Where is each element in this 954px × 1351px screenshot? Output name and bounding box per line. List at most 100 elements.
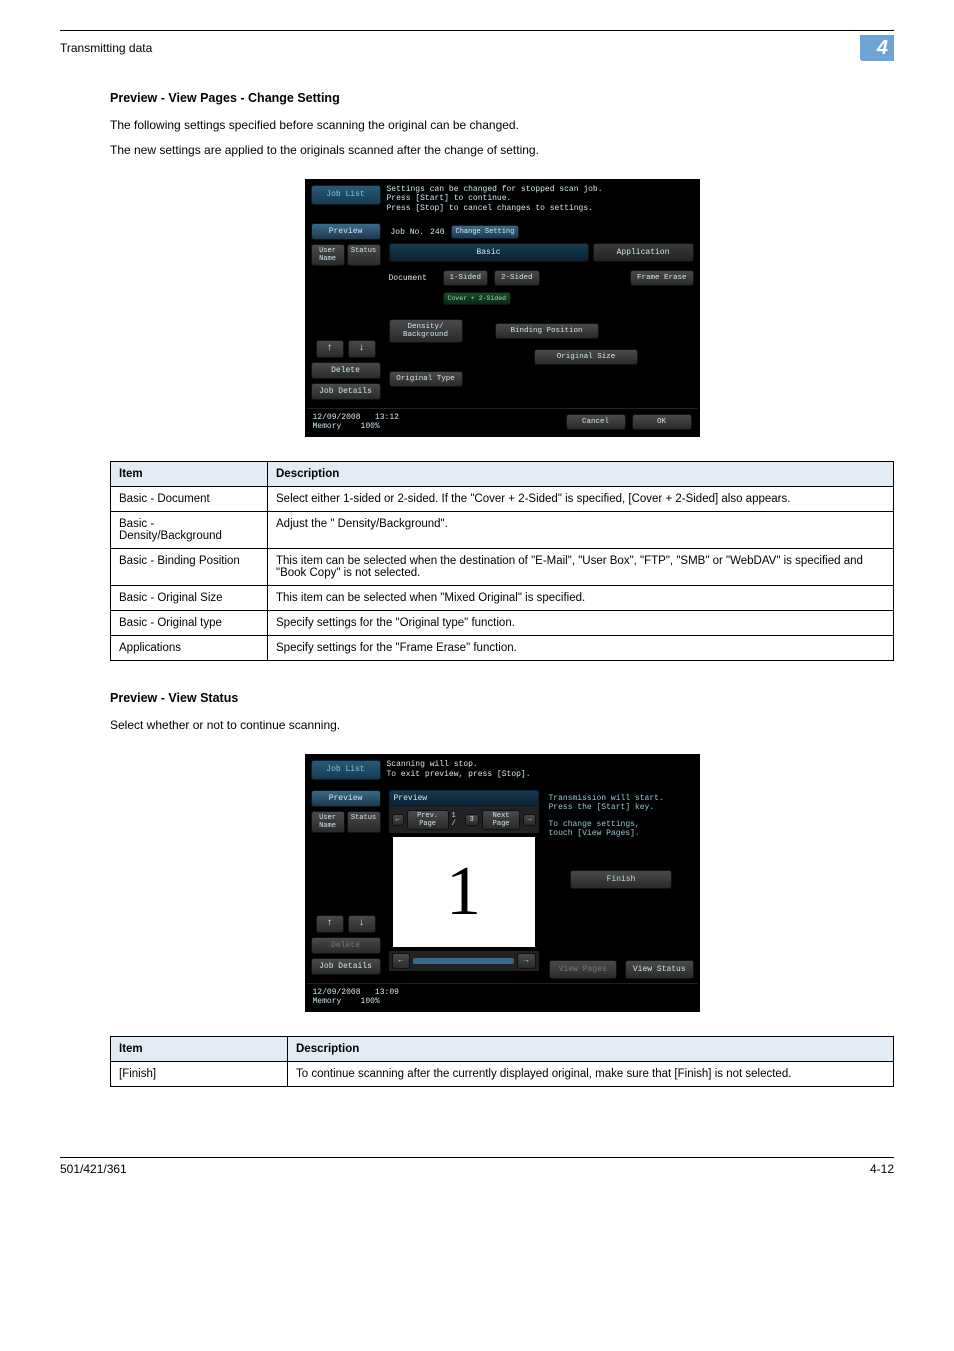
table-row: Basic - Original SizeThis item can be se… [111, 586, 894, 611]
status-message: Scanning will stop. To exit preview, pre… [387, 760, 531, 780]
th-item: Item [111, 462, 268, 487]
screenshot-change-setting: Job List Settings can be changed for sto… [305, 179, 700, 438]
down-arrow-button[interactable]: ↓ [348, 340, 376, 358]
view-pages-button[interactable]: View Pages [549, 960, 618, 979]
cell-item: Applications [111, 636, 268, 661]
cell-desc: Specify settings for the "Original type"… [268, 611, 894, 636]
next-page-button[interactable]: Next Page [482, 810, 520, 830]
binding-position-button[interactable]: Binding Position [495, 323, 599, 339]
page-total: 3 [465, 814, 479, 826]
para: The new settings are applied to the orig… [110, 142, 894, 159]
1-sided-button[interactable]: 1-Sided [443, 270, 489, 286]
footer-page-number: 4-12 [870, 1162, 894, 1176]
msg-line: To change settings, [549, 820, 694, 829]
density-background-button[interactable]: Density/ Background [389, 319, 463, 343]
prev-page-button[interactable]: Prev. Page [407, 810, 449, 830]
cell-item: Basic - Density/Background [111, 512, 268, 549]
preview-button[interactable]: Preview [311, 223, 381, 240]
heading-change-setting: Preview - View Pages - Change Setting [110, 91, 894, 105]
side-msg: Transmission will start. Press the [Star… [549, 794, 694, 812]
table-row: Basic - Binding PositionThis item can be… [111, 549, 894, 586]
msg-line: Settings can be changed for stopped scan… [387, 185, 603, 195]
footer-memory-label: Memory [313, 997, 342, 1006]
cell-desc: This item can be selected when the desti… [268, 549, 894, 586]
page-number-graphic: 1 [446, 852, 481, 932]
cell-desc: To continue scanning after the currently… [288, 1062, 894, 1087]
footer-info: 12/09/2008 13:12 Memory 100% [313, 413, 399, 431]
2-sided-button[interactable]: 2-Sided [494, 270, 540, 286]
th-item: Item [111, 1037, 288, 1062]
down-arrow-button[interactable]: ↓ [348, 915, 376, 933]
msg-line: Press [Start] to continue. [387, 194, 603, 204]
scrollbar[interactable] [413, 958, 514, 964]
table-row: Basic - DocumentSelect either 1-sided or… [111, 487, 894, 512]
msg-line: Press the [Start] key. [549, 803, 694, 812]
original-type-button[interactable]: Original Type [389, 371, 463, 387]
job-details-button[interactable]: Job Details [311, 383, 381, 400]
footer-time: 13:09 [375, 988, 399, 997]
msg-line: Press [Stop] to cancel changes to settin… [387, 204, 603, 214]
tab-application[interactable]: Application [593, 243, 694, 262]
th-description: Description [288, 1037, 894, 1062]
screenshot-view-status: Job List Scanning will stop. To exit pre… [305, 754, 700, 1012]
footer-time: 13:12 [375, 413, 399, 422]
cell-desc: This item can be selected when "Mixed Or… [268, 586, 894, 611]
table-row: Basic - Original typeSpecify settings fo… [111, 611, 894, 636]
cell-item: Basic - Document [111, 487, 268, 512]
change-setting-chip[interactable]: Change Setting [451, 225, 520, 239]
finish-button[interactable]: Finish [570, 870, 672, 889]
original-size-button[interactable]: Original Size [534, 349, 638, 365]
cancel-button[interactable]: Cancel [566, 414, 626, 430]
ok-button[interactable]: OK [632, 414, 692, 430]
footer-memory-pct: 100% [361, 997, 380, 1006]
frame-erase-button[interactable]: Frame Erase [630, 270, 694, 286]
tab-basic[interactable]: Basic [389, 243, 589, 262]
footer-memory-label: Memory [313, 422, 342, 431]
preview-button[interactable]: Preview [311, 790, 381, 807]
job-list-button[interactable]: Job List [311, 185, 381, 205]
delete-button[interactable]: Delete [311, 937, 381, 954]
cell-desc: Specify settings for the "Frame Erase" f… [268, 636, 894, 661]
nav-right-button[interactable]: → [523, 814, 535, 826]
nav-left-button[interactable]: ← [392, 814, 404, 826]
msg-line: Transmission will start. [549, 794, 694, 803]
preview-pane: Preview ← Prev. Page 1 / 3 Next Page → 1 [389, 790, 539, 979]
scroll-left-button[interactable]: ← [392, 953, 411, 969]
footer-date: 12/09/2008 [313, 413, 361, 422]
para: Select whether or not to continue scanni… [110, 717, 894, 734]
msg-line: To exit preview, press [Stop]. [387, 770, 531, 780]
cell-desc: Adjust the " Density/Background". [268, 512, 894, 549]
msg-line: touch [View Pages]. [549, 829, 694, 838]
th-description: Description [268, 462, 894, 487]
document-label: Document [389, 274, 437, 283]
table-row: [Finish]To continue scanning after the c… [111, 1062, 894, 1087]
footer-date: 12/09/2008 [313, 988, 361, 997]
job-no-value: 240 [430, 228, 444, 237]
status-tab[interactable]: Status [347, 811, 381, 833]
para: The following settings specified before … [110, 117, 894, 134]
job-list-button[interactable]: Job List [311, 760, 381, 780]
delete-button[interactable]: Delete [311, 362, 381, 379]
footer-info: 12/09/2008 13:09 Memory 100% [313, 988, 399, 1006]
cell-item: Basic - Original Size [111, 586, 268, 611]
scroll-right-button[interactable]: → [517, 953, 536, 969]
cell-item: [Finish] [111, 1062, 288, 1087]
job-details-button[interactable]: Job Details [311, 958, 381, 975]
job-no-label: Job No. [391, 228, 425, 237]
view-status-button[interactable]: View Status [625, 960, 694, 979]
cell-item: Basic - Original type [111, 611, 268, 636]
cover-2-sided-button[interactable]: Cover + 2-Sided [443, 292, 512, 305]
page-count: 1 / [452, 812, 462, 828]
status-tab[interactable]: Status [347, 244, 381, 266]
user-name-tab[interactable]: User Name [311, 244, 345, 266]
table-row: ApplicationsSpecify settings for the "Fr… [111, 636, 894, 661]
cell-item: Basic - Binding Position [111, 549, 268, 586]
up-arrow-button[interactable]: ↑ [316, 915, 344, 933]
user-name-tab[interactable]: User Name [311, 811, 345, 833]
table-row: Basic - Density/BackgroundAdjust the " D… [111, 512, 894, 549]
heading-view-status: Preview - View Status [110, 691, 894, 705]
side-msg: To change settings, touch [View Pages]. [549, 820, 694, 838]
section-title: Transmitting data [60, 41, 152, 55]
up-arrow-button[interactable]: ↑ [316, 340, 344, 358]
settings-table: Item Description Basic - DocumentSelect … [110, 461, 894, 661]
